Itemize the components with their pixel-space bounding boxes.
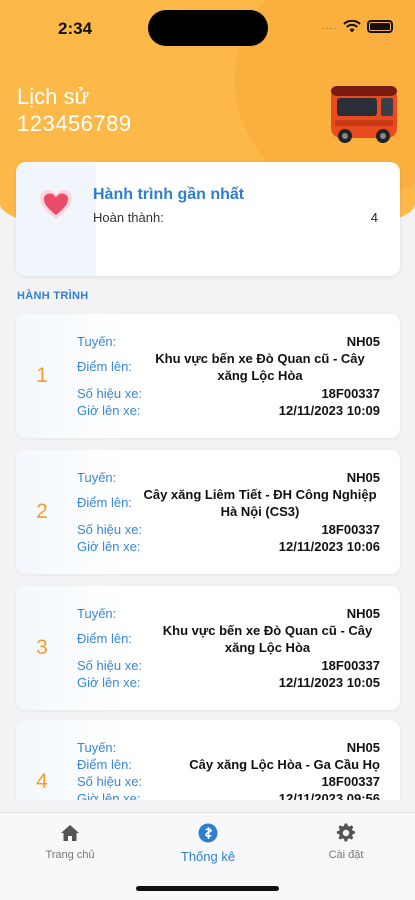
route-row: Tuyến: NH05 [77,740,380,756]
header-title-block: Lịch sử 123456789 [17,84,132,138]
battery-icon [367,20,393,33]
plate-value: 18F00337 [321,774,380,789]
plate-label: Số hiệu xe: [77,386,143,401]
pickup-label: Điểm lên: [77,757,132,772]
page-title: Lịch sử [17,84,90,109]
completed-label: Hoàn thành: [93,210,164,225]
bus-icon [331,86,397,143]
completed-count: 4 [370,210,378,225]
time-row: Giờ lên xe: 12/11/2023 09:56 [77,791,380,800]
plate-label: Số hiệu xe: [77,658,143,673]
pickup-row: Điểm lên: Khu vực bến xe Đò Quan cũ - Câ… [77,622,380,656]
trip-index: 4 [36,770,48,793]
pickup-value: Khu vực bến xe Đò Quan cũ - Cây xăng Lộc… [162,623,373,655]
plate-row: Số hiệu xe: 18F00337 [77,522,380,538]
gear-icon [336,823,355,842]
route-label: Tuyến: [77,470,117,485]
tab-home[interactable]: Trang chủ [10,823,130,861]
trip-card[interactable]: 3 Tuyến: NH05 Điểm lên: Khu vực bến xe Đ… [16,586,400,710]
route-value: NH05 [346,606,380,621]
trip-card[interactable]: 2 Tuyến: NH05 Điểm lên: Cây xăng Liêm Ti… [16,450,400,574]
trip-index: 1 [36,364,48,387]
time-value: 12/11/2023 10:09 [278,403,380,418]
section-label: HÀNH TRÌNH [17,290,89,302]
route-label: Tuyến: [77,740,117,755]
time-row: Giờ lên xe: 12/11/2023 10:09 [77,403,380,419]
trip-card[interactable]: 1 Tuyến: NH05 Điểm lên: Khu vực bến xe Đ… [16,314,400,438]
home-indicator [136,886,279,891]
pickup-label: Điểm lên: [77,495,132,510]
route-row: Tuyến: NH05 [77,334,380,350]
time-row: Giờ lên xe: 12/11/2023 10:06 [77,539,380,555]
pickup-value: Khu vực bến xe Đò Quan cũ - Cây xăng Lộc… [155,351,365,383]
plate-row: Số hiệu xe: 18F00337 [77,774,380,790]
time-label: Giờ lên xe: [77,675,141,690]
time-value: 12/11/2023 09:56 [278,791,380,800]
route-row: Tuyến: NH05 [77,470,380,486]
user-id: 123456789 [17,111,132,136]
trip-index: 2 [36,500,48,523]
pickup-row: Điểm lên: Cây xăng Lộc Hòa - Ga Cầu Họ [77,757,380,773]
plate-value: 18F00337 [321,522,380,537]
stats-icon [198,823,218,843]
plate-value: 18F00337 [321,658,380,673]
tab-home-label: Trang chủ [45,849,95,861]
trip-index: 3 [36,636,48,659]
route-value: NH05 [346,470,380,485]
time-row: Giờ lên xe: 12/11/2023 10:05 [77,675,380,691]
status-icons: .... [322,20,393,33]
trip-list[interactable]: 1 Tuyến: NH05 Điểm lên: Khu vực bến xe Đ… [0,310,415,800]
pickup-value: Cây xăng Liêm Tiết - ĐH Công Nghiệp Hà N… [143,487,377,519]
plate-value: 18F00337 [321,386,380,401]
tab-settings[interactable]: Cài đặt [286,823,406,861]
wifi-icon [343,20,361,33]
route-label: Tuyến: [77,606,117,621]
time-value: 12/11/2023 10:05 [278,675,380,690]
summary-title: Hành trình gần nhất [93,186,245,203]
pickup-row: Điểm lên: Cây xăng Liêm Tiết - ĐH Công N… [77,486,380,520]
time-value: 12/11/2023 10:06 [278,539,380,554]
status-bar: 2:34 .... [0,0,415,56]
route-value: NH05 [346,740,380,755]
route-row: Tuyến: NH05 [77,606,380,622]
status-time: 2:34 [58,19,93,38]
plate-label: Số hiệu xe: [77,774,143,789]
pickup-label: Điểm lên: [77,359,132,374]
plate-row: Số hiệu xe: 18F00337 [77,658,380,674]
time-label: Giờ lên xe: [77,403,141,418]
plate-row: Số hiệu xe: 18F00337 [77,386,380,402]
plate-label: Số hiệu xe: [77,522,143,537]
route-label: Tuyến: [77,334,117,349]
pickup-value: Cây xăng Lộc Hòa - Ga Cầu Họ [189,757,380,772]
home-icon [61,825,79,841]
trip-card[interactable]: 4 Tuyến: NH05 Điểm lên: Cây xăng Lộc Hòa… [16,720,400,800]
route-value: NH05 [346,334,380,349]
latest-trip-summary-card[interactable]: Hành trình gần nhất Hoàn thành: 4 [16,162,400,276]
signal-icon: .... [321,21,337,32]
time-label: Giờ lên xe: [77,539,141,554]
pickup-row: Điểm lên: Khu vực bến xe Đò Quan cũ - Câ… [77,350,380,384]
pickup-label: Điểm lên: [77,631,132,646]
tab-stats-label: Thống kê [180,849,236,864]
dynamic-island [148,10,268,46]
heart-icon [40,190,72,219]
time-label: Giờ lên xe: [77,791,141,800]
tab-settings-label: Cài đặt [328,849,364,861]
tab-stats[interactable]: Thống kê [148,823,268,864]
